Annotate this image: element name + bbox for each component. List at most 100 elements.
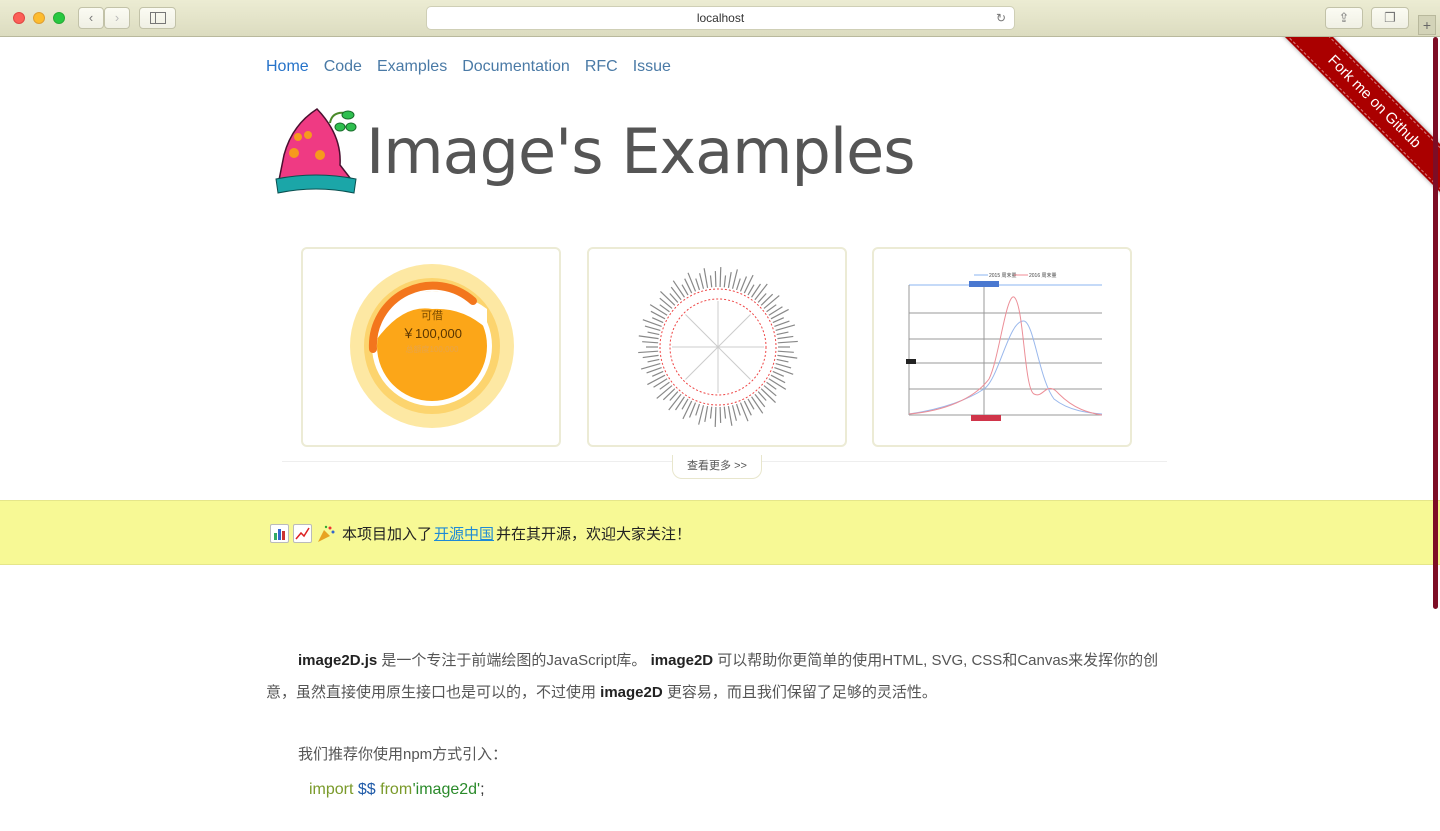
- tree-leaf-label: [719, 267, 722, 288]
- tree-leaf-label: [642, 354, 659, 359]
- main-nav: Home Code Examples Documentation RFC Iss…: [266, 58, 671, 76]
- trending-up-icon: [293, 524, 312, 543]
- tree-leaf-label: [647, 331, 660, 336]
- nav-home[interactable]: Home: [266, 58, 309, 76]
- minimize-window-button[interactable]: [33, 12, 45, 24]
- new-tab-button[interactable]: +: [1418, 15, 1436, 35]
- view-more-button[interactable]: 查看更多 >>: [672, 455, 762, 479]
- tree-leaf-label: [735, 278, 741, 291]
- bar-chart-icon: [270, 524, 289, 543]
- tree-leaf-label: [776, 358, 789, 363]
- tree-leaf-label: [763, 295, 780, 309]
- nav-documentation[interactable]: Documentation: [462, 58, 570, 76]
- sidebar-icon: [149, 12, 166, 24]
- card-sub: 总额度100,000: [406, 344, 459, 354]
- code-keyword-import: import: [309, 781, 354, 798]
- nav-code[interactable]: Code: [324, 58, 362, 76]
- card-label: 可借: [421, 309, 443, 322]
- tree-leaf-label: [727, 272, 732, 289]
- tree-leaf-label: [731, 405, 737, 421]
- tree-leaf-label: [776, 331, 789, 336]
- recommend-text: 我们推荐你使用npm方式引入：: [298, 746, 508, 763]
- address-bar[interactable]: localhost ↻: [426, 6, 1015, 30]
- chevron-left-icon: ‹: [88, 10, 94, 25]
- notice-link-oschina[interactable]: 开源中国: [434, 523, 494, 544]
- tree-leaf-label: [770, 308, 789, 320]
- tree-leaf-label: [642, 341, 659, 344]
- tree-leaf-label: [681, 284, 689, 296]
- tree-leaf-label: [662, 388, 676, 401]
- notice-content: 本项目加入了 开源中国 并在其开源，欢迎大家关注！: [270, 523, 691, 544]
- notice-text-post: 并在其开源，欢迎大家关注！: [496, 526, 692, 543]
- tree-leaf-label: [681, 398, 689, 410]
- back-button[interactable]: ‹: [78, 7, 104, 29]
- page-title: Image's Examples: [366, 115, 916, 188]
- tree-leaf-label: [659, 297, 673, 309]
- example-card-tree[interactable]: [587, 247, 847, 447]
- tree-branch: [685, 346, 719, 380]
- tree-leaf-label: [719, 406, 722, 423]
- tree-leaf-label: [646, 366, 662, 374]
- vertical-scrollbar[interactable]: [1433, 37, 1438, 609]
- tree-leaf-label: [698, 405, 705, 425]
- code-string: 'image2d': [412, 781, 481, 798]
- tree-leaf-label: [777, 354, 798, 359]
- tree-leaf-label: [647, 358, 660, 363]
- tree-leaf-label: [709, 406, 713, 419]
- tree-leaf-label: [640, 362, 661, 370]
- tree-leaf-label: [775, 362, 792, 369]
- tree-leaf-label: [777, 350, 794, 353]
- tree-leaf-label: [656, 385, 673, 399]
- code-snippet: import $$ from 'image2d';: [309, 781, 485, 799]
- fork-ribbon-text: Fork me on Github: [1257, 37, 1440, 219]
- nav-examples[interactable]: Examples: [377, 58, 447, 76]
- code-variable: $$: [357, 781, 376, 798]
- forward-button[interactable]: ›: [104, 7, 130, 29]
- tree-leaf-label: [672, 280, 685, 298]
- tree-leaf-label: [760, 388, 776, 404]
- tree-leaf-label: [760, 293, 774, 306]
- line-chart-preview: 2015 周末量 2016 周末量: [906, 272, 1103, 421]
- tree-leaf-label: [727, 405, 733, 426]
- tree-chart-preview: [638, 267, 798, 427]
- tree-leaf-label: [723, 275, 727, 288]
- tree-leaf-label: [777, 335, 794, 340]
- tree-leaf-label: [768, 378, 787, 390]
- tree-branch: [717, 314, 751, 348]
- example-card-line[interactable]: 2015 周末量 2016 周末量: [872, 247, 1132, 447]
- tree-leaf-label: [649, 304, 668, 316]
- tree-leaf-label: [695, 278, 701, 291]
- tree-leaf-label: [747, 284, 755, 296]
- donut-chart-preview: 可借 ￥100,000 总额度100,000: [350, 264, 514, 428]
- tree-leaf-label: [775, 324, 796, 332]
- nav-issue[interactable]: Issue: [633, 58, 671, 76]
- code-keyword-from: from: [380, 781, 413, 798]
- card-amount: ￥100,000: [402, 326, 462, 341]
- tree-leaf-label: [699, 273, 705, 289]
- close-window-button[interactable]: [13, 12, 25, 24]
- fork-ribbon[interactable]: Fork me on Github: [1255, 37, 1440, 221]
- intro-name-3: image2D: [600, 684, 663, 701]
- tree-leaf-label: [777, 340, 798, 344]
- code-semicolon: ;: [480, 781, 485, 798]
- reload-icon[interactable]: ↻: [996, 7, 1006, 29]
- example-card-donut[interactable]: 可借 ￥100,000 总额度100,000: [301, 247, 561, 447]
- tree-leaf-label: [704, 405, 709, 422]
- intro-text-1: 是一个专注于前端绘图的JavaScript库。: [377, 652, 651, 669]
- notice-text-pre: 本项目加入了: [342, 526, 433, 543]
- logo-image: [275, 108, 357, 194]
- tree-leaf-label: [751, 396, 764, 414]
- maximize-window-button[interactable]: [53, 12, 65, 24]
- intro-name-2: image2D: [650, 652, 714, 669]
- tabs-overview-button[interactable]: ❐: [1371, 7, 1409, 29]
- tabs-icon: ❐: [1384, 10, 1396, 25]
- url-text: localhost: [696, 11, 745, 25]
- sidebar-toggle-button[interactable]: [139, 7, 176, 29]
- browser-toolbar: ‹ › localhost ↻ ⇪ ❐ +: [0, 0, 1440, 37]
- tree-branch: [717, 346, 751, 380]
- tree-leaf-label: [668, 393, 682, 411]
- tree-leaf-label: [754, 283, 768, 301]
- nav-rfc[interactable]: RFC: [585, 58, 618, 76]
- intro-paragraph: image2D.js 是一个专注于前端绘图的JavaScript库。 image…: [266, 645, 1166, 709]
- share-button[interactable]: ⇪: [1325, 7, 1363, 29]
